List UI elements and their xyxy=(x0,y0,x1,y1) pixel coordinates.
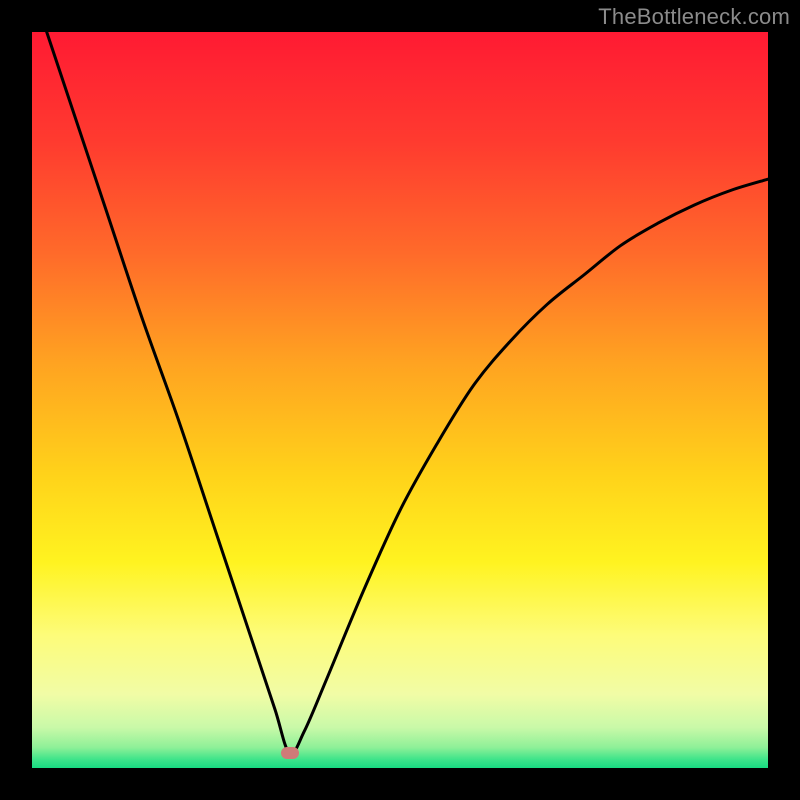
gradient-background xyxy=(32,32,768,768)
plot-area xyxy=(32,32,768,768)
chart-svg xyxy=(32,32,768,768)
chart-frame: TheBottleneck.com xyxy=(0,0,800,800)
watermark-text: TheBottleneck.com xyxy=(598,4,790,30)
